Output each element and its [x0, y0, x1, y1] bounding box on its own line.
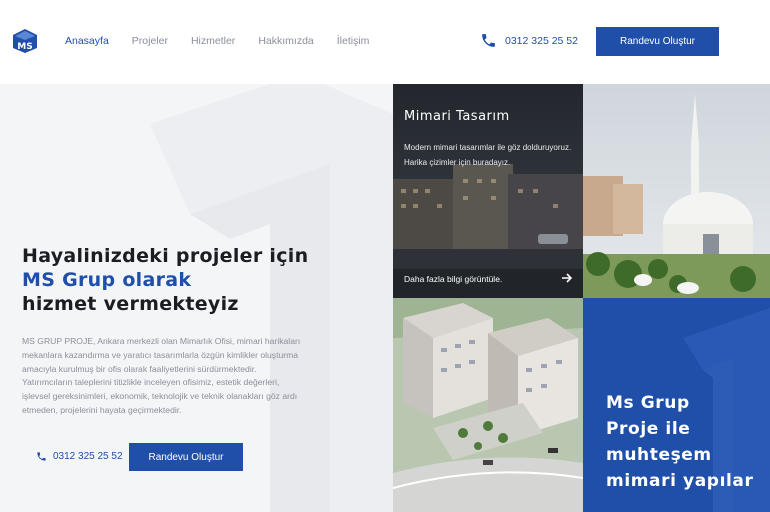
hero-section: Hayalinizdeki projeler için MS Grup olar… — [0, 84, 393, 512]
ms-grup-banner: Ms Grup Proje ile muhteşem mimari yapıla… — [583, 298, 770, 512]
hero-title-line2: MS Grup olarak — [22, 269, 192, 291]
hero-title-line1: Hayalinizdeki projeler için — [22, 245, 309, 267]
main-nav: Anasayfa Projeler Hizmetler Hakkımızda İ… — [65, 35, 392, 47]
banner-line2: Proje ile — [606, 419, 691, 439]
svg-text:MS: MS — [17, 42, 32, 52]
nav-item-hizmetler[interactable]: Hizmetler — [191, 35, 235, 47]
nav-item-iletisim[interactable]: İletişim — [337, 35, 370, 47]
nav-item-hakkimizda[interactable]: Hakkımızda — [258, 35, 313, 47]
ms-logo-icon[interactable]: MS — [12, 28, 38, 54]
site-header: MS Anasayfa Projeler Hizmetler Hakkımızd… — [0, 0, 770, 84]
aerial-project-image[interactable] — [393, 298, 583, 512]
hero-phone[interactable]: 0312 325 25 52 — [36, 451, 123, 462]
mimari-tasarim-description: Modern mimari tasarımlar ile göz dolduru… — [404, 143, 572, 167]
phone-icon — [482, 34, 495, 47]
banner-text: Ms Grup Proje ile muhteşem mimari yapıla… — [606, 390, 754, 494]
mimari-tasarim-title: Mimari Tasarım — [404, 109, 510, 124]
header-phone-number: 0312 325 25 52 — [505, 34, 578, 47]
mimari-tasarim-card[interactable]: Mimari Tasarım Modern mimari tasarımlar … — [393, 84, 583, 298]
hero-phone-number: 0312 325 25 52 — [53, 451, 123, 462]
hero-title: Hayalinizdeki projeler için MS Grup olar… — [22, 244, 308, 316]
mimari-tasarim-more-link[interactable]: Daha fazla bilgi görüntüle. — [404, 274, 502, 284]
hero-appointment-button[interactable]: Randevu Oluştur — [129, 443, 243, 471]
aerial-buildings-image — [393, 298, 583, 512]
hero-description: MS GRUP PROJE, Ankara merkezli olan Mima… — [22, 336, 301, 415]
banner-line1: Ms Grup — [606, 393, 690, 413]
mosque-image — [583, 84, 770, 298]
nav-item-projeler[interactable]: Projeler — [132, 35, 168, 47]
header-appointment-button[interactable]: Randevu Oluştur — [596, 27, 719, 56]
banner-line4: mimari yapılar — [606, 471, 754, 491]
banner-line3: muhteşem — [606, 445, 712, 465]
mosque-project-image[interactable] — [583, 84, 770, 298]
header-phone[interactable]: 0312 325 25 52 — [480, 32, 578, 49]
phone-icon — [37, 452, 46, 461]
nav-item-anasayfa[interactable]: Anasayfa — [65, 35, 109, 47]
hero-title-line3: hizmet vermekteyiz — [22, 293, 239, 315]
arrow-right-icon[interactable] — [561, 272, 573, 284]
